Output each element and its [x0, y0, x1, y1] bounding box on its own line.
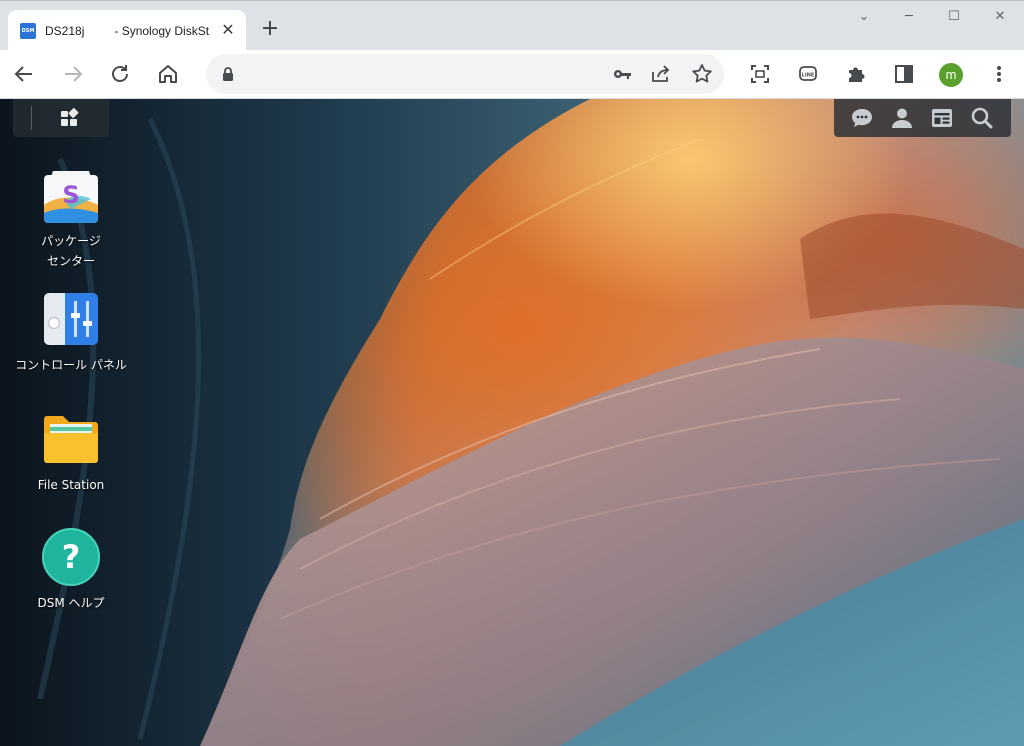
- svg-text:LINE: LINE: [802, 73, 815, 79]
- app-label: パッケージ センター: [41, 234, 101, 268]
- reload-icon[interactable]: [107, 61, 133, 87]
- more-menu-icon[interactable]: [986, 61, 1012, 87]
- side-panel-icon[interactable]: [891, 61, 917, 87]
- package-center-shortcut[interactable]: S パッケージ センター: [6, 165, 136, 271]
- home-icon[interactable]: [155, 61, 181, 87]
- profile-avatar[interactable]: m: [939, 63, 963, 87]
- file-station-icon: [41, 409, 101, 469]
- tab-close-icon[interactable]: ✕: [218, 20, 238, 40]
- package-center-icon: S: [41, 165, 101, 225]
- file-station-shortcut[interactable]: File Station: [6, 409, 136, 495]
- key-icon[interactable]: [610, 62, 634, 86]
- dsm-top-right-tray: [834, 99, 1011, 137]
- user-icon[interactable]: [890, 107, 914, 129]
- window-minimize-button[interactable]: ─: [889, 7, 929, 27]
- extensions-puzzle-icon[interactable]: [843, 61, 869, 87]
- address-bar[interactable]: [206, 54, 724, 94]
- dsm-desktop: S パッケージ センター コントロール パネル File Station ? D…: [0, 99, 1024, 746]
- svg-text:?: ?: [62, 538, 81, 576]
- control-panel-icon: [41, 289, 101, 349]
- browser-tab-bar: DSM DS218j - Synology DiskSt ✕ + ⌄ ─ ☐ ✕: [0, 0, 1024, 51]
- widgets-icon[interactable]: [930, 107, 954, 129]
- control-panel-shortcut[interactable]: コントロール パネル: [6, 289, 136, 375]
- window-maximize-button[interactable]: ☐: [934, 7, 974, 27]
- tab-search-chevron-icon[interactable]: ⌄: [844, 7, 884, 27]
- dsm-favicon-icon: DSM: [20, 23, 36, 39]
- lock-icon[interactable]: [222, 66, 234, 82]
- new-tab-button[interactable]: +: [258, 17, 282, 41]
- svg-text:S: S: [62, 181, 79, 209]
- launcher-divider: [31, 106, 32, 130]
- forward-arrow-icon[interactable]: [60, 61, 86, 87]
- main-menu-bar: [13, 99, 109, 137]
- dsm-help-icon: ?: [41, 527, 101, 587]
- main-menu-grid-icon[interactable]: [59, 108, 79, 128]
- app-label: コントロール パネル: [15, 358, 127, 372]
- browser-tab-active[interactable]: DSM DS218j - Synology DiskSt ✕: [8, 10, 246, 51]
- tab-title: DS218j - Synology DiskSt: [45, 24, 210, 38]
- line-extension-icon[interactable]: LINE: [795, 61, 821, 87]
- back-arrow-icon[interactable]: [11, 61, 37, 87]
- screenshot-capture-icon[interactable]: [747, 61, 773, 87]
- chat-icon[interactable]: [850, 107, 874, 129]
- app-label: File Station: [37, 478, 105, 492]
- dsm-help-shortcut[interactable]: ? DSM ヘルプ: [6, 527, 136, 613]
- share-icon[interactable]: [649, 62, 673, 86]
- address-input[interactable]: [246, 64, 610, 86]
- window-close-button[interactable]: ✕: [980, 7, 1020, 27]
- app-label: DSM ヘルプ: [37, 596, 105, 610]
- browser-toolbar: LINE m: [0, 50, 1024, 99]
- wallpaper-image: [0, 99, 1024, 746]
- search-icon[interactable]: [970, 107, 994, 129]
- bookmark-star-icon[interactable]: [690, 62, 714, 86]
